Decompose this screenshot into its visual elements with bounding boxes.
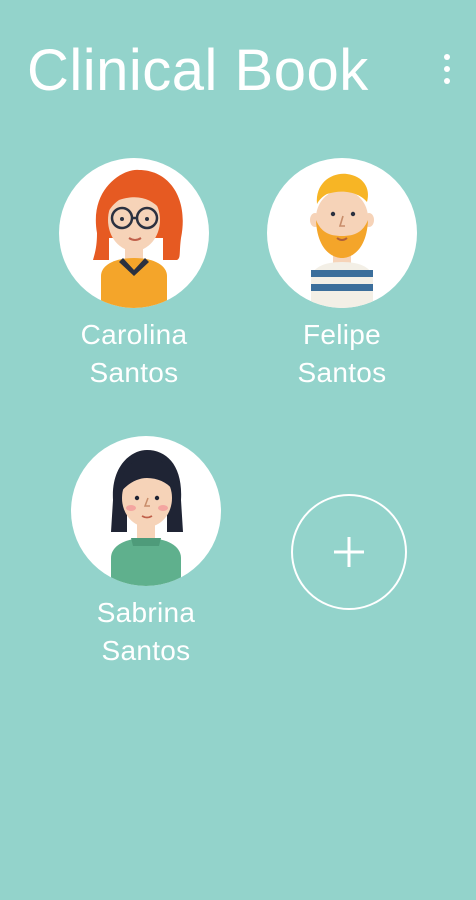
last-name: Santos <box>101 635 191 666</box>
plus-icon <box>334 537 364 567</box>
profile-name: Carolina Santos <box>34 316 234 392</box>
profile-card-felipe[interactable]: Felipe Santos <box>242 158 442 392</box>
profile-name: Felipe Santos <box>242 316 442 392</box>
bearded-man-avatar-icon <box>267 158 417 308</box>
profile-card-sabrina[interactable]: Sabrina Santos <box>46 436 246 670</box>
profile-card-carolina[interactable]: Carolina Santos <box>34 158 234 392</box>
last-name: Santos <box>297 357 387 388</box>
last-name: Santos <box>89 357 179 388</box>
more-vert-icon <box>444 54 450 60</box>
first-name: Sabrina <box>96 597 196 628</box>
app-title: Clinical Book <box>27 38 369 103</box>
first-name: Carolina <box>80 319 188 350</box>
girl-bob-avatar-icon <box>71 436 221 586</box>
profile-name: Sabrina Santos <box>46 594 246 670</box>
first-name: Felipe <box>302 319 382 350</box>
overflow-menu-button[interactable] <box>430 44 464 94</box>
woman-glasses-avatar-icon <box>59 158 209 308</box>
add-profile-button[interactable] <box>291 494 407 610</box>
